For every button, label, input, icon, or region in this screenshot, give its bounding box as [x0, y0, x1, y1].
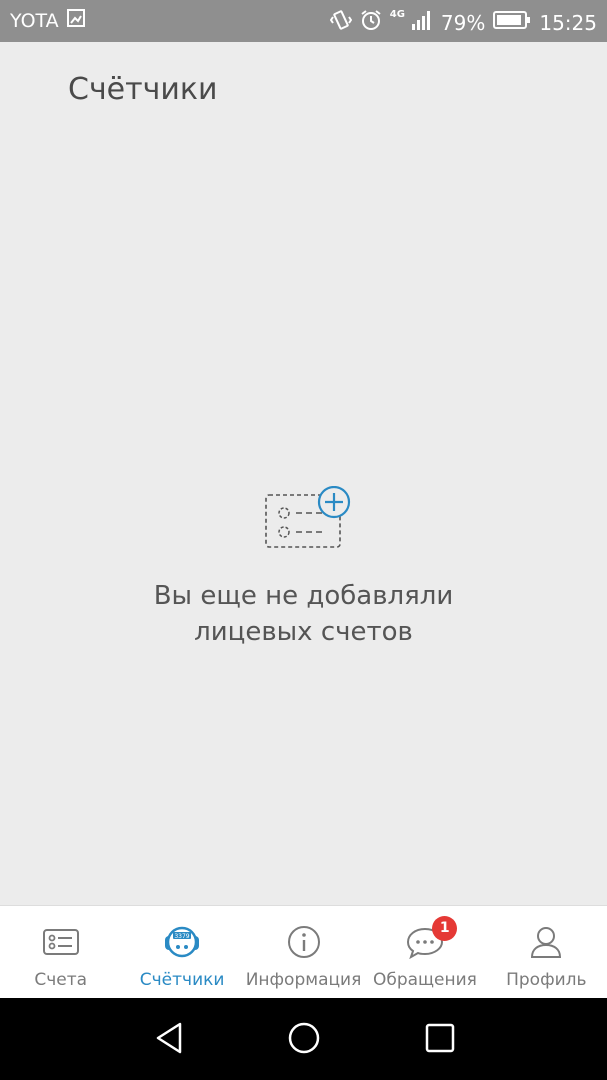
page-title: Счётчики — [68, 72, 218, 107]
tab-meters-label: Счётчики — [139, 970, 225, 990]
notification-badge: 1 — [432, 916, 458, 941]
battery-icon — [493, 10, 531, 35]
home-button[interactable] — [286, 1020, 322, 1060]
image-icon — [66, 9, 85, 32]
info-icon — [287, 925, 321, 963]
clock: 15:25 — [539, 10, 597, 35]
alarm-icon — [360, 9, 382, 36]
battery-percent: 79% — [440, 10, 486, 35]
tab-accounts[interactable]: Счета — [0, 906, 121, 999]
empty-state: Вы еще не добавляли лицевых счетов — [0, 486, 607, 650]
empty-message-line1: Вы еще не добавляли — [153, 581, 454, 611]
meter-icon: 3379 — [162, 925, 202, 963]
empty-message-line2: лицевых счетов — [194, 617, 413, 647]
svg-text:3379: 3379 — [174, 933, 189, 940]
vibrate-icon — [329, 9, 352, 36]
account-list-icon — [42, 927, 80, 961]
status-bar: YOTA 4G 79% 15:25 — [0, 0, 607, 42]
add-account-icon[interactable] — [0, 486, 607, 550]
tab-accounts-label: Счета — [34, 970, 88, 990]
back-button[interactable] — [152, 1020, 188, 1060]
signal-icon — [411, 9, 433, 36]
tab-requests[interactable]: 1 Обращения — [364, 906, 485, 999]
recents-button[interactable] — [422, 1020, 458, 1060]
tab-information-label: Информация — [245, 970, 362, 990]
tab-information[interactable]: Информация — [243, 906, 364, 999]
profile-icon — [529, 925, 563, 963]
network-type-label: 4G — [389, 9, 405, 20]
tab-profile[interactable]: Профиль — [486, 906, 607, 999]
tab-requests-label: Обращения — [372, 970, 477, 990]
system-navigation-bar — [0, 998, 607, 1080]
tab-profile-label: Профиль — [506, 970, 587, 990]
tab-meters[interactable]: 3379 Счётчики — [121, 906, 242, 999]
bottom-navigation: Счета 3379 Счётчики Информация 1 Обращен… — [0, 905, 607, 999]
carrier-label: YOTA — [10, 9, 59, 32]
